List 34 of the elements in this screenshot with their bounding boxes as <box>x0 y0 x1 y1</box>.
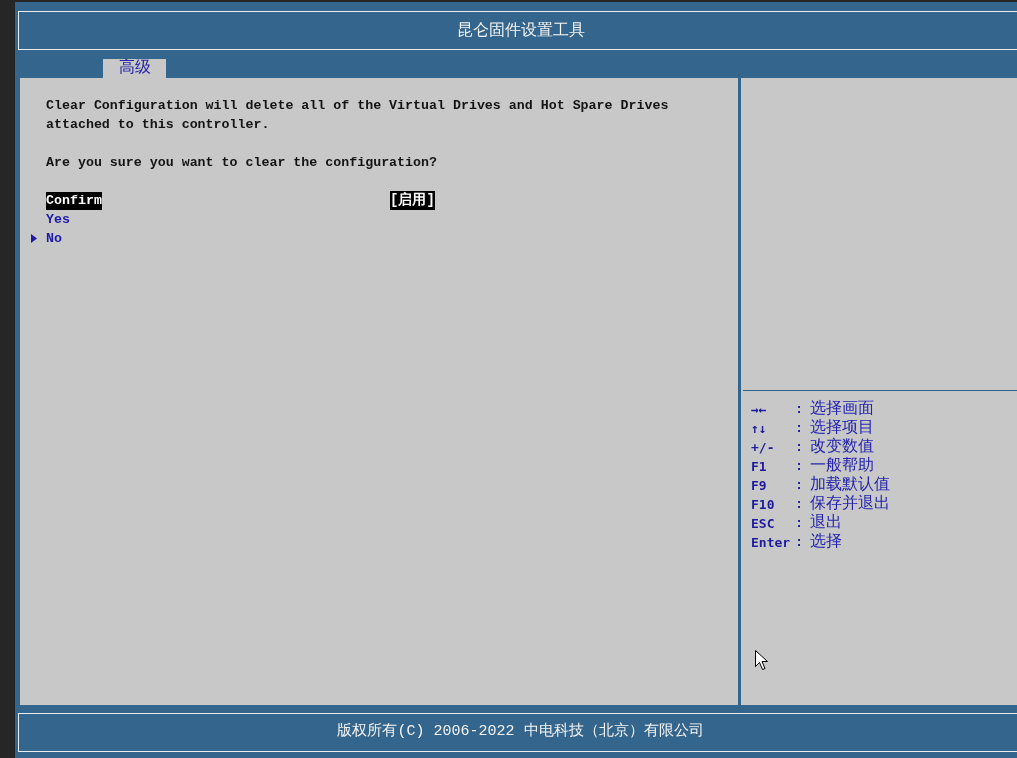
key-description: 选择画面 <box>810 400 875 419</box>
key-label: ESC <box>751 515 776 533</box>
separator-text: : <box>795 496 804 514</box>
menu-item[interactable]: Confirm <box>46 192 102 210</box>
key-label: →← <box>751 401 768 419</box>
menu-item[interactable]: No <box>46 230 62 248</box>
key-label: +/- <box>751 439 776 457</box>
setting-value[interactable]: [启用] <box>390 191 435 210</box>
copyright-text: 版权所有(C) 2006-2022 中电科技（北京）有限公司 <box>337 721 704 743</box>
key-description: 加载默认值 <box>810 476 891 494</box>
separator-text: : <box>795 458 804 476</box>
separator-text: : <box>795 420 804 438</box>
key-description: 选择 <box>810 533 843 552</box>
key-description: 保存并退出 <box>810 495 891 514</box>
separator-text: : <box>795 401 804 419</box>
separator-text: : <box>795 515 804 533</box>
separator-text: : <box>795 477 804 495</box>
key-label: F1 <box>751 458 768 476</box>
key-label: Enter <box>751 534 792 552</box>
key-label: ↑↓ <box>751 420 768 438</box>
key-label: F10 <box>751 496 776 514</box>
separator-text: : <box>795 439 804 457</box>
tab[interactable]: 高级 <box>103 59 166 78</box>
key-label: F9 <box>751 477 768 495</box>
question-text: Are you sure you want to clear the configuration? <box>45 154 437 172</box>
separator-text: : <box>795 534 804 552</box>
window-title: 昆仑固件设置工具 <box>456 20 585 42</box>
key-description: 一般帮助 <box>810 457 875 476</box>
key-description: 退出 <box>810 514 843 533</box>
menu-item[interactable]: Yes <box>46 211 70 229</box>
message-text: Clear Configuration will delete all of the Virtual Drives and Hot Spare Drives attached to this controller. <box>45 97 670 134</box>
key-description: 选择项目 <box>810 419 875 437</box>
mouse-pointer-icon <box>755 650 768 671</box>
key-description: 改变数值 <box>810 438 875 457</box>
